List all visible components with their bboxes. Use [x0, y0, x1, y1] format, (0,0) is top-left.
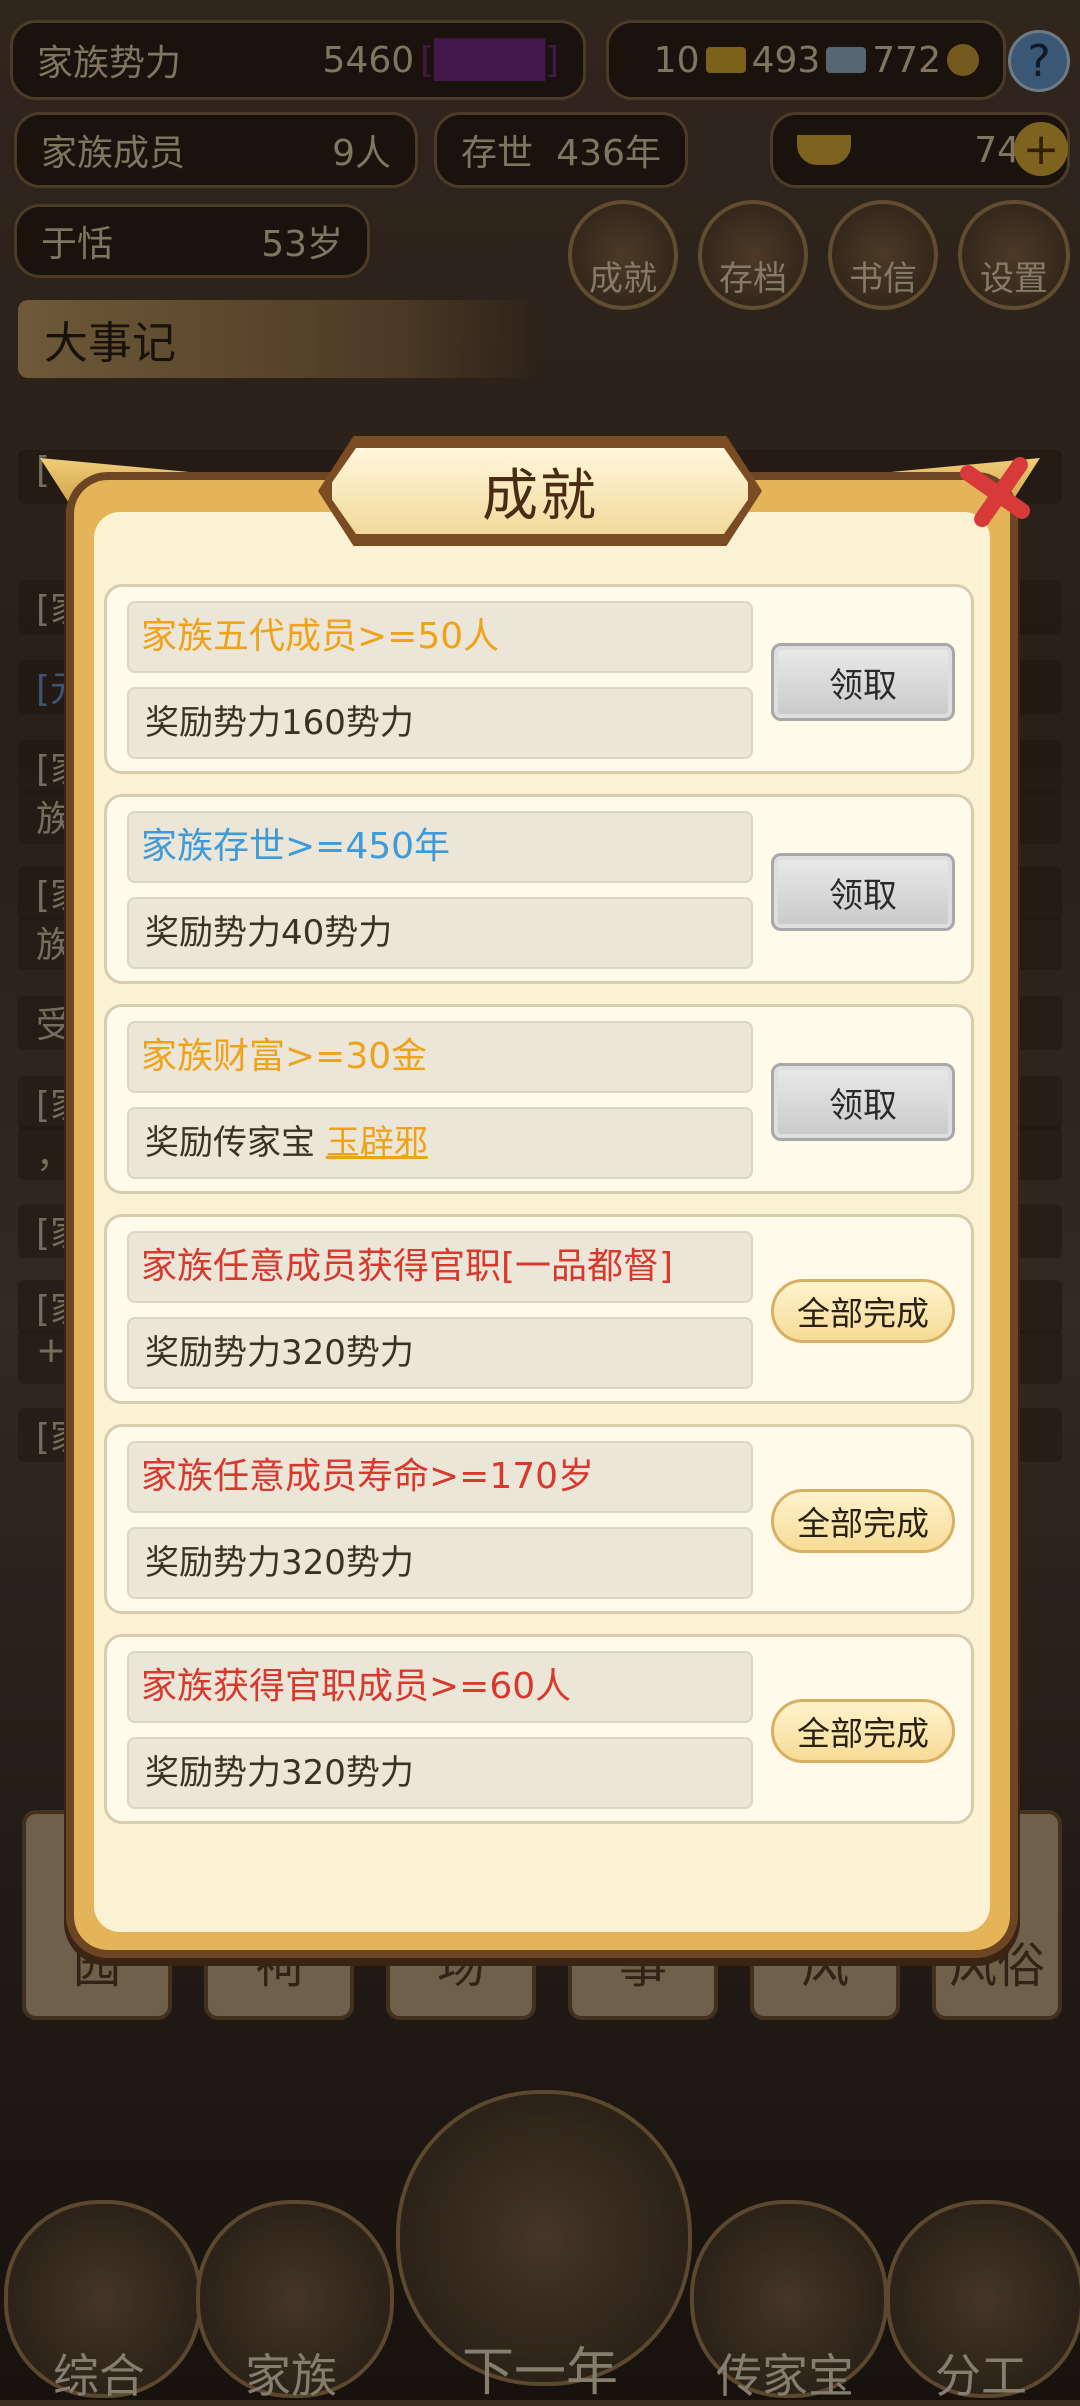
achievement-requirement: 家族任意成员寿命>=170岁: [127, 1441, 753, 1513]
claim-button[interactable]: 领取: [771, 853, 955, 931]
achievement-requirement: 家族财富>=30金: [127, 1021, 753, 1093]
achievement-reward-row: 奖励传家宝 玉辟邪: [127, 1107, 753, 1179]
achievement-reward: 奖励势力320势力: [127, 1527, 753, 1599]
achievement-reward: 奖励势力320势力: [127, 1317, 753, 1389]
achievement-card: 家族获得官职成员>=60人 奖励势力320势力 全部完成: [104, 1634, 974, 1824]
achievement-requirement: 家族存世>=450年: [127, 811, 753, 883]
achievement-reward: 奖励势力160势力: [127, 687, 753, 759]
claim-button[interactable]: 领取: [771, 1063, 955, 1141]
achievement-requirement: 家族五代成员>=50人: [127, 601, 753, 673]
modal-title: 成就: [326, 442, 754, 540]
completed-badge: 全部完成: [771, 1279, 955, 1343]
achievement-requirement: 家族任意成员获得官职[一品都督]: [127, 1231, 753, 1303]
claim-button[interactable]: 领取: [771, 643, 955, 721]
achievement-reward: 奖励传家宝: [145, 1123, 326, 1163]
achievement-card: 家族财富>=30金 奖励传家宝 玉辟邪 领取: [104, 1004, 974, 1194]
achievement-card: 家族存世>=450年 奖励势力40势力 领取: [104, 794, 974, 984]
achievement-reward: 奖励势力320势力: [127, 1737, 753, 1809]
close-button[interactable]: [946, 440, 1036, 540]
achievement-requirement: 家族获得官职成员>=60人: [127, 1651, 753, 1723]
completed-badge: 全部完成: [771, 1699, 955, 1763]
achievement-reward: 奖励势力40势力: [127, 897, 753, 969]
achievement-card: 家族五代成员>=50人 奖励势力160势力 领取: [104, 584, 974, 774]
achievement-card: 家族任意成员获得官职[一品都督] 奖励势力320势力 全部完成: [104, 1214, 974, 1404]
heirloom-link[interactable]: 玉辟邪: [326, 1123, 428, 1163]
completed-badge: 全部完成: [771, 1489, 955, 1553]
achievement-card: 家族任意成员寿命>=170岁 奖励势力320势力 全部完成: [104, 1424, 974, 1614]
